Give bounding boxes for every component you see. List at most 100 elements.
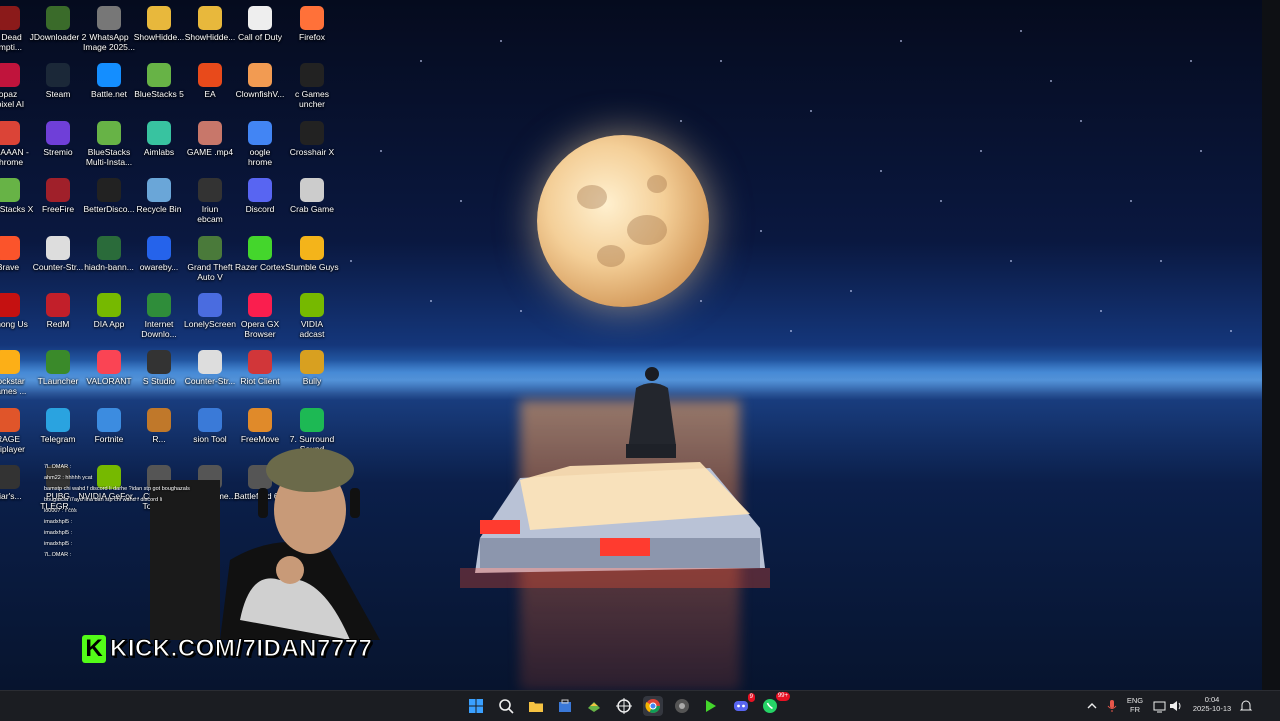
desktop-icon[interactable]: WhatsApp Image 2025... bbox=[83, 6, 135, 52]
app-icon bbox=[300, 293, 324, 317]
star bbox=[980, 150, 982, 152]
notifications-bell-icon[interactable] bbox=[1236, 696, 1256, 716]
desktop-icon[interactable]: opazapixel AI bbox=[0, 63, 34, 109]
app-icon bbox=[300, 178, 324, 203]
app-icon bbox=[0, 120, 20, 145]
app-icon bbox=[97, 63, 121, 88]
star bbox=[1050, 80, 1052, 82]
app-icon bbox=[46, 6, 70, 30]
desktop-icon[interactable]: Discord bbox=[234, 178, 286, 214]
app-icon bbox=[198, 178, 222, 203]
language-indicator[interactable]: ENG FR bbox=[1124, 696, 1146, 714]
desktop-icon[interactable]: Bully bbox=[286, 350, 338, 386]
app-icon bbox=[248, 6, 272, 30]
app-icon bbox=[147, 178, 171, 203]
desktop-icon[interactable]: TLauncher bbox=[32, 350, 84, 386]
star bbox=[1080, 120, 1082, 122]
whatsapp-icon[interactable]: 99+ bbox=[760, 692, 790, 716]
desktop-icon[interactable]: ShowHidde... bbox=[133, 6, 185, 42]
app-icon bbox=[97, 120, 121, 145]
app-icon bbox=[147, 6, 171, 30]
chat-message: imadxhpl5 : bbox=[44, 541, 73, 547]
star bbox=[810, 110, 812, 112]
file-explorer-icon[interactable] bbox=[526, 696, 546, 716]
desktop-icon-label: VIDIA adcast bbox=[299, 319, 325, 339]
desktop-icon[interactable]: Telegram bbox=[32, 407, 84, 444]
star bbox=[380, 150, 382, 152]
desktop-icon[interactable]: Firefox bbox=[286, 6, 338, 42]
app-icon bbox=[300, 63, 324, 88]
desktop-icon-label: Crosshair X bbox=[289, 146, 335, 157]
desktop-icon[interactable]: Stremio bbox=[32, 120, 84, 157]
microphone-icon[interactable] bbox=[1102, 696, 1122, 716]
desktop-icon[interactable]: Call of Duty bbox=[234, 6, 286, 42]
desktop-icon[interactable]: Steam bbox=[32, 63, 84, 99]
desktop-icon[interactable]: Internet Downlo... bbox=[133, 293, 185, 339]
desktop-icon[interactable]: JDownloader 2 bbox=[30, 6, 86, 42]
app-icon bbox=[97, 350, 121, 375]
microsoft-store-icon[interactable] bbox=[555, 696, 575, 716]
star bbox=[760, 230, 762, 232]
desktop-icon[interactable]: BlueStacks 5 bbox=[133, 63, 185, 99]
start-button[interactable] bbox=[466, 696, 486, 716]
chat-message: lo0007 : f cos bbox=[44, 508, 77, 514]
desktop-icon[interactable]: Iriun ebcam bbox=[184, 178, 236, 224]
desktop-icon[interactable]: Grand Theft Auto V bbox=[184, 235, 236, 282]
star bbox=[940, 200, 942, 202]
desktop-icon[interactable]: BlueStacks Multi-Insta... bbox=[83, 120, 135, 167]
desktop-icon[interactable]: RedM bbox=[32, 293, 84, 329]
desktop-icon[interactable]: Crosshair X bbox=[286, 120, 338, 157]
bluestacks-icon[interactable] bbox=[584, 696, 604, 716]
desktop-icon[interactable]: Opera GX Browser bbox=[234, 293, 286, 339]
app-icon bbox=[248, 235, 272, 260]
desktop-icon[interactable]: oogle hrome bbox=[234, 120, 286, 167]
discord-icon[interactable]: 9 bbox=[731, 693, 755, 716]
star bbox=[720, 60, 722, 62]
kick-logo-icon: K bbox=[82, 635, 106, 663]
desktop-icon[interactable]: FreeFire bbox=[32, 178, 84, 214]
star bbox=[1200, 150, 1202, 152]
chat-message: imadxhpl5 : bbox=[44, 530, 73, 536]
chat-message: ahm22 : hhhhh ycat bbox=[44, 475, 93, 481]
desktop-icon[interactable]: Rockstar Games ... bbox=[0, 350, 34, 396]
desktop-icon-label: c Games uncher bbox=[294, 89, 329, 110]
show-hidden-icons-chevron-up-icon[interactable] bbox=[1082, 696, 1102, 716]
star bbox=[1010, 260, 1012, 262]
app-icon bbox=[147, 63, 171, 88]
app-icon bbox=[46, 293, 70, 317]
desktop-icon[interactable]: Riot Client bbox=[234, 350, 286, 386]
app-icon bbox=[198, 120, 222, 145]
chrome-icon[interactable] bbox=[643, 696, 663, 716]
app-icon bbox=[46, 63, 70, 88]
screen-edge bbox=[1262, 0, 1280, 690]
clock[interactable]: 0:04 2025-10-13 bbox=[1190, 695, 1234, 713]
desktop-icon[interactable]: 7IDAAAN - Chrome bbox=[0, 120, 34, 167]
desktop-icon[interactable]: Stumble Guys bbox=[285, 235, 339, 272]
desktop-icon[interactable]: R... bbox=[133, 407, 185, 444]
app-icon bbox=[248, 293, 272, 317]
chrome-profile-icon[interactable] bbox=[672, 696, 692, 716]
desktop-icon[interactable]: Razer Cortex bbox=[234, 235, 286, 272]
star bbox=[1020, 30, 1022, 32]
desktop-icon[interactable]: Crab Game bbox=[286, 178, 338, 214]
star bbox=[350, 260, 352, 262]
volume-icon[interactable] bbox=[1166, 696, 1186, 716]
desktop-icon[interactable]: Counter-Str... bbox=[32, 235, 84, 272]
app-icon bbox=[0, 63, 20, 88]
desktop-icon[interactable]: Aimlabs bbox=[133, 120, 185, 157]
razer-cortex-icon[interactable] bbox=[701, 696, 721, 716]
crosshair-x-icon[interactable] bbox=[614, 696, 634, 716]
desktop-icon[interactable]: RAGEultiplayer bbox=[0, 407, 34, 454]
app-icon bbox=[46, 350, 70, 375]
desktop-icon[interactable]: d Deadempti... bbox=[0, 6, 34, 52]
desktop-icon[interactable]: Recycle Bin bbox=[133, 178, 185, 214]
app-icon bbox=[46, 235, 70, 260]
desktop-icon[interactable]: ClownfishV... bbox=[234, 63, 286, 99]
desktop-icon[interactable]: VIDIA adcast bbox=[286, 293, 338, 339]
desktop-icon[interactable]: S Studio bbox=[133, 350, 185, 386]
desktop-icon[interactable]: c Games uncher bbox=[286, 63, 338, 109]
app-icon bbox=[248, 350, 272, 375]
search-icon[interactable] bbox=[496, 696, 516, 716]
desktop-icon[interactable]: owareby... bbox=[133, 235, 185, 272]
desktop-icon[interactable]: FreeMove bbox=[234, 407, 286, 444]
